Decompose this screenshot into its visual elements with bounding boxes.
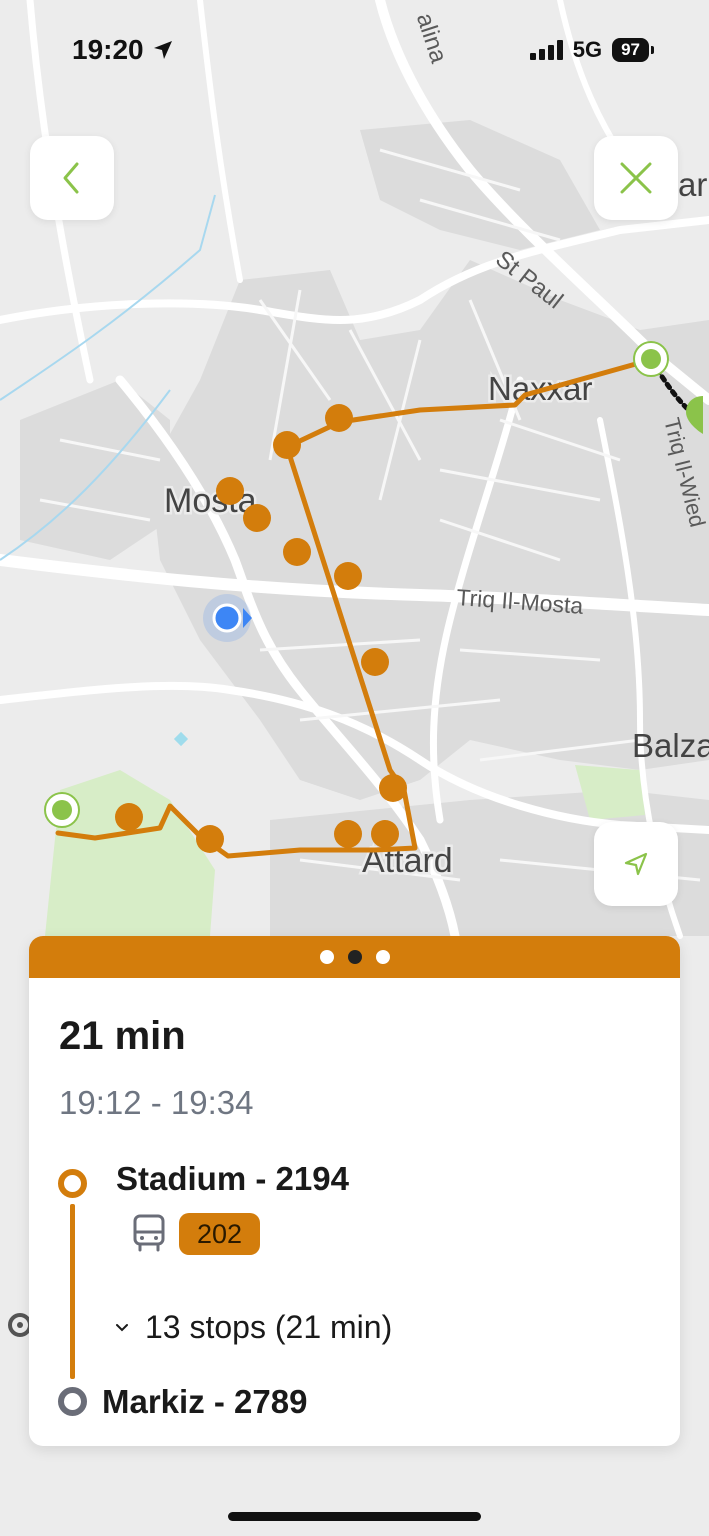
bus-stop-marker[interactable] (334, 820, 362, 848)
route-end-marker[interactable] (633, 341, 669, 377)
navigation-arrow-icon (624, 852, 648, 876)
route-start-marker[interactable] (44, 792, 80, 828)
close-button[interactable] (594, 136, 678, 220)
bus-stop-marker[interactable] (243, 504, 271, 532)
status-bar: 19:20 5G 97 (0, 0, 709, 100)
card-pager[interactable] (29, 936, 680, 978)
network-type: 5G (572, 37, 603, 62)
bus-icon (133, 1214, 165, 1252)
back-button[interactable] (30, 136, 114, 220)
bus-stop-marker[interactable] (216, 477, 244, 505)
map-label-balzan: Balza (632, 727, 709, 764)
stops-summary: 13 stops (21 min) (145, 1309, 393, 1345)
locate-me-button[interactable] (594, 822, 678, 906)
status-time-group: 19:20 (72, 34, 174, 66)
trip-time-range: 19:12 - 19:34 (59, 1084, 254, 1121)
timeline-line (70, 1204, 75, 1379)
expand-stops-toggle[interactable]: 13 stops (21 min) (115, 1309, 392, 1346)
route-number-badge: 202 (179, 1213, 260, 1255)
pager-dot[interactable] (375, 950, 390, 964)
pager-dot-active[interactable] (347, 950, 362, 964)
bus-stop-marker[interactable] (361, 648, 389, 676)
destination-stop-icon (58, 1387, 87, 1416)
bus-stop-marker[interactable] (196, 825, 224, 853)
bus-stop-marker[interactable] (334, 562, 362, 590)
destination-stop-name: Markiz - 2789 (102, 1383, 308, 1420)
bus-stop-marker[interactable] (273, 431, 301, 459)
trip-details-card[interactable]: 21 min 19:12 - 19:34 Stadium - 2194 202 … (29, 936, 680, 1446)
bus-stop-marker[interactable] (379, 774, 407, 802)
location-arrow-icon (153, 41, 172, 59)
map-label-edge: ar (678, 166, 707, 203)
battery-icon: 97 (612, 38, 654, 62)
close-icon (620, 162, 652, 194)
bus-stop-marker[interactable] (371, 820, 399, 848)
status-time: 19:20 (72, 34, 144, 65)
bus-stop-marker[interactable] (283, 538, 311, 566)
status-indicators: 5G 97 (529, 37, 654, 63)
trip-duration: 21 min (59, 1014, 186, 1058)
cellular-signal-icon (529, 40, 563, 60)
bus-stop-marker[interactable] (325, 404, 353, 432)
chevron-left-icon (63, 162, 79, 194)
pager-dot[interactable] (319, 950, 334, 964)
bus-stop-marker[interactable] (115, 803, 143, 831)
origin-stop-name: Stadium - 2194 (116, 1160, 349, 1197)
home-indicator[interactable] (228, 1512, 481, 1521)
origin-stop-icon (58, 1169, 87, 1198)
chevron-down-icon (116, 1323, 128, 1331)
